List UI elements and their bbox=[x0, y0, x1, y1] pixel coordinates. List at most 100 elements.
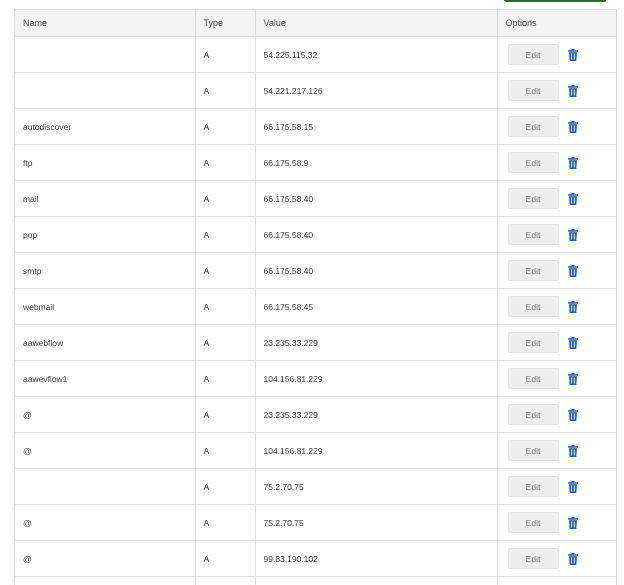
record-type bbox=[195, 576, 256, 585]
trash-icon-graphic bbox=[567, 516, 578, 529]
trash-icon[interactable] bbox=[567, 84, 578, 97]
record-type: A bbox=[195, 396, 256, 433]
edit-button[interactable]: Edit bbox=[507, 296, 559, 317]
record-name: @ bbox=[15, 432, 196, 469]
edit-button[interactable]: Edit bbox=[507, 548, 559, 569]
trash-icon-graphic bbox=[567, 156, 578, 169]
table-row: smtp A 66.175.58.40 Edit bbox=[15, 252, 617, 289]
edit-button[interactable]: Edit bbox=[507, 440, 559, 461]
record-name bbox=[15, 576, 196, 585]
record-value: 104.156.81.229 bbox=[255, 360, 498, 397]
trash-icon[interactable] bbox=[567, 156, 578, 169]
trash-icon-graphic bbox=[567, 264, 578, 277]
record-value: 54.225.115.32 bbox=[255, 36, 498, 73]
record-options: Edit bbox=[497, 540, 616, 577]
record-options-group: Edit bbox=[507, 368, 617, 389]
trash-icon[interactable] bbox=[567, 480, 578, 493]
record-name bbox=[15, 36, 196, 73]
record-name: aawevflow1 bbox=[15, 360, 196, 397]
edit-button[interactable]: Edit bbox=[507, 332, 559, 353]
edit-button[interactable]: Edit bbox=[507, 44, 559, 65]
table-row: @ A 75.2.70.75 Edit bbox=[15, 504, 617, 541]
record-value bbox=[255, 576, 498, 585]
record-options-group: Edit bbox=[507, 512, 617, 533]
record-value: 75.2.70.75 bbox=[255, 468, 498, 505]
record-type: A bbox=[195, 108, 256, 145]
record-options: Edit bbox=[497, 504, 617, 541]
table-body: A 54.225.115.32 Edit A 54.221.217.126 Ed… bbox=[15, 36, 617, 585]
top-action-button-edge[interactable] bbox=[504, 0, 606, 2]
edit-button[interactable]: Edit bbox=[507, 224, 559, 245]
record-type: A bbox=[195, 72, 256, 109]
column-header-options: Options bbox=[497, 10, 616, 37]
edit-button[interactable]: Edit bbox=[507, 476, 559, 497]
record-type: A bbox=[195, 36, 256, 73]
edit-button[interactable]: Edit bbox=[507, 404, 559, 425]
edit-button[interactable]: Edit bbox=[507, 260, 559, 281]
trash-icon[interactable] bbox=[567, 372, 578, 385]
record-options-group: Edit bbox=[507, 152, 617, 173]
record-options: Edit bbox=[497, 216, 616, 253]
trash-icon[interactable] bbox=[567, 516, 578, 529]
record-options: Edit bbox=[497, 72, 617, 109]
record-name: webmail bbox=[15, 288, 196, 325]
record-value: 66.175.58.40 bbox=[255, 216, 498, 253]
record-value: 66.175.58.45 bbox=[255, 288, 498, 325]
trash-icon-graphic bbox=[567, 336, 578, 349]
trash-icon[interactable] bbox=[567, 300, 578, 313]
edit-button[interactable]: Edit bbox=[507, 188, 559, 209]
record-type: A bbox=[195, 432, 256, 469]
edit-button[interactable]: Edit bbox=[507, 116, 559, 137]
record-options: Edit bbox=[497, 288, 617, 325]
record-options-group: Edit bbox=[507, 440, 617, 461]
trash-icon-graphic bbox=[567, 228, 578, 241]
trash-icon[interactable] bbox=[567, 120, 578, 133]
trash-icon-graphic bbox=[567, 480, 578, 493]
record-type: A bbox=[195, 324, 256, 361]
record-name: @ bbox=[15, 396, 196, 433]
table-row: aawevflow1 A 104.156.81.229 Edit bbox=[15, 360, 617, 397]
record-options-group: Edit bbox=[507, 260, 617, 281]
record-value: 104.156.81.229 bbox=[255, 432, 498, 469]
edit-button[interactable]: Edit bbox=[507, 80, 559, 101]
trash-icon[interactable] bbox=[567, 192, 578, 205]
record-type: A bbox=[195, 540, 256, 577]
record-options-group: Edit bbox=[507, 404, 617, 425]
record-value: 66.175.58.40 bbox=[255, 252, 498, 289]
trash-icon[interactable] bbox=[567, 552, 578, 565]
table-row: mail A 66.175.58.40 Edit bbox=[15, 180, 617, 217]
trash-icon-graphic bbox=[567, 372, 578, 385]
trash-icon-graphic bbox=[567, 192, 578, 205]
record-type: A bbox=[195, 180, 256, 217]
trash-icon[interactable] bbox=[567, 408, 578, 421]
trash-icon[interactable] bbox=[567, 264, 578, 277]
record-options: Edit bbox=[497, 432, 617, 469]
trash-icon[interactable] bbox=[567, 228, 578, 241]
trash-icon-graphic bbox=[567, 84, 578, 97]
record-options-group: Edit bbox=[507, 332, 617, 353]
record-name bbox=[15, 468, 196, 505]
table-row: autodiscover A 66.175.58.15 Edit bbox=[15, 108, 616, 145]
record-options-group: Edit bbox=[507, 80, 617, 101]
trash-icon[interactable] bbox=[567, 48, 578, 61]
trash-icon-graphic bbox=[567, 48, 578, 61]
trash-icon[interactable] bbox=[567, 336, 578, 349]
table-row: pop A 66.175.58.40 Edit bbox=[15, 216, 616, 253]
edit-button[interactable]: Edit bbox=[507, 152, 559, 173]
trash-icon[interactable] bbox=[567, 444, 578, 457]
record-type: A bbox=[195, 504, 256, 541]
edit-button[interactable]: Edit bbox=[507, 368, 559, 389]
trash-icon-graphic bbox=[567, 444, 578, 457]
table-row: @ A 104.156.81.229 Edit bbox=[15, 432, 617, 469]
table-row bbox=[15, 576, 616, 585]
record-options-group: Edit bbox=[507, 296, 617, 317]
edit-button[interactable]: Edit bbox=[507, 512, 559, 533]
dns-records-table: Name Type Value Options A 54.225.115.32 … bbox=[15, 10, 616, 585]
record-options-group: Edit bbox=[507, 188, 617, 209]
record-value: 66.175.58.40 bbox=[255, 180, 498, 217]
record-value: 66.175.58.15 bbox=[255, 108, 498, 145]
table-row: aawebflow A 23.235.33.229 Edit bbox=[15, 324, 617, 361]
record-value: 54.221.217.126 bbox=[255, 72, 498, 109]
record-options: Edit bbox=[497, 360, 617, 397]
trash-icon-graphic bbox=[567, 408, 578, 421]
